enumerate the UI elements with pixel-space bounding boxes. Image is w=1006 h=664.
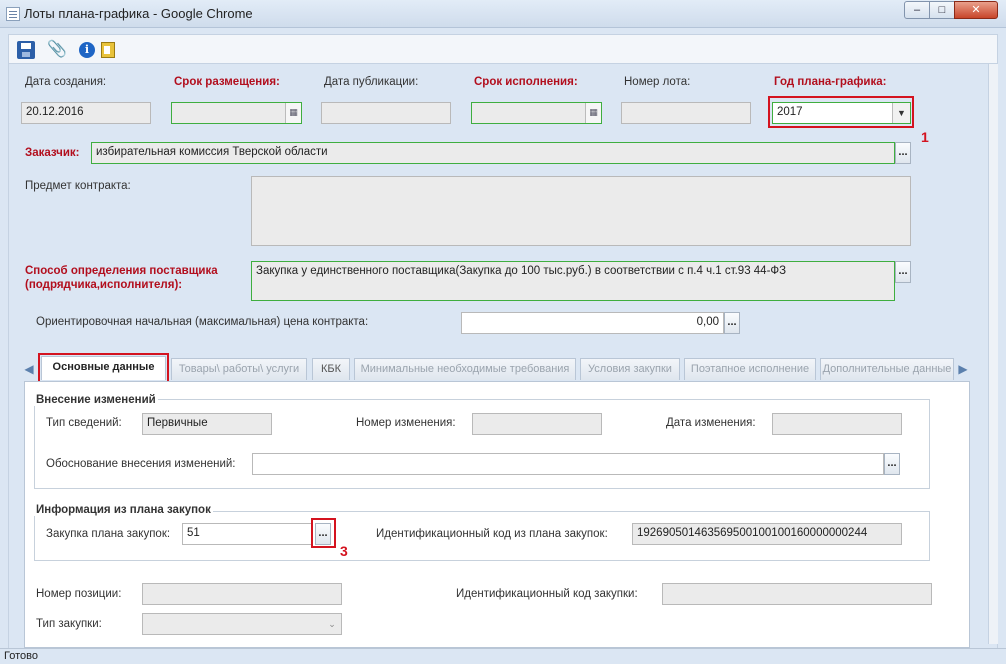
info-type-field[interactable]: Первичные: [142, 413, 272, 435]
app-window-icon: [6, 7, 20, 21]
execution-date-field[interactable]: ▦: [471, 102, 602, 124]
plan-year-label: Год плана-графика:: [774, 76, 887, 88]
chevron-down-icon[interactable]: ▼: [892, 103, 910, 123]
close-button[interactable]: ✕: [954, 1, 998, 19]
price-label: Ориентировочная начальная (максимальная)…: [36, 316, 369, 328]
purchase-id-label: Идентификационный код закупки:: [456, 588, 638, 600]
created-date-label: Дата создания:: [25, 76, 107, 88]
supplier-method-label-line1: Способ определения поставщика: [25, 265, 218, 277]
chevron-down-icon[interactable]: ⌄: [323, 614, 341, 634]
callout-3: 3: [340, 543, 348, 559]
tab-goods[interactable]: Товары\ работы\ услуги: [171, 358, 307, 380]
execution-date-label: Срок исполнения:: [474, 76, 578, 88]
maximize-button[interactable]: □: [929, 1, 955, 19]
status-bar: Готово: [0, 648, 1006, 664]
tab-kbk[interactable]: КБК: [312, 358, 350, 380]
minimize-button[interactable]: –: [904, 1, 930, 19]
plan-purchase-label: Закупка плана закупок:: [46, 528, 171, 540]
print-icon[interactable]: [101, 42, 115, 58]
toolbar: 📎 i: [8, 34, 998, 64]
customer-field[interactable]: избирательная комиссия Тверской области: [91, 142, 895, 164]
supplier-method-field[interactable]: Закупка у единственного поставщика(Закуп…: [251, 261, 895, 301]
attach-icon[interactable]: 📎: [47, 41, 67, 59]
placement-date-label: Срок размещения:: [174, 76, 280, 88]
price-field[interactable]: 0,00: [461, 312, 724, 334]
tab-scroll-left-icon[interactable]: ◀: [22, 361, 36, 377]
change-date-field[interactable]: [772, 413, 902, 435]
changes-group-title: Внесение изменений: [34, 394, 158, 406]
tab-stage-execution[interactable]: Поэтапное исполнение: [684, 358, 816, 380]
highlight-box-browse: [311, 518, 336, 548]
info-type-label: Тип сведений:: [46, 417, 122, 429]
id-code-label: Идентификационный код из плана закупок:: [376, 528, 608, 540]
plan-year-select[interactable]: 2017: [772, 102, 911, 124]
calendar-icon[interactable]: ▦: [285, 103, 301, 123]
publication-date-label: Дата публикации:: [324, 76, 419, 88]
price-browse-button[interactable]: ...: [724, 312, 740, 334]
purchase-id-field[interactable]: [662, 583, 932, 605]
info-icon[interactable]: i: [79, 42, 95, 58]
tab-requirements[interactable]: Минимальные необходимые требования: [354, 358, 576, 380]
lot-number-field[interactable]: [621, 102, 751, 124]
title-bar: Лоты плана-графика - Google Chrome – □ ✕: [0, 0, 1006, 28]
id-code-field[interactable]: 192690501463569500100100160000000244: [632, 523, 902, 545]
customer-label: Заказчик:: [25, 147, 80, 159]
publication-date-field[interactable]: [321, 102, 451, 124]
subject-textarea[interactable]: [251, 176, 911, 246]
purchase-type-select[interactable]: [142, 613, 342, 635]
purchase-type-label: Тип закупки:: [36, 618, 102, 630]
change-number-field[interactable]: [472, 413, 602, 435]
save-icon[interactable]: [17, 41, 35, 59]
tab-purchase-conditions[interactable]: Условия закупки: [580, 358, 680, 380]
lot-number-label: Номер лота:: [624, 76, 691, 88]
tab-scroll-right-icon[interactable]: ▶: [956, 361, 970, 377]
supplier-method-label-line2: (подрядчика,исполнителя):: [25, 279, 183, 291]
callout-1: 1: [921, 129, 929, 145]
created-date-field[interactable]: 20.12.2016: [21, 102, 151, 124]
subject-label: Предмет контракта:: [25, 180, 131, 192]
change-date-label: Дата изменения:: [666, 417, 756, 429]
position-number-field[interactable]: [142, 583, 342, 605]
tab-additional-data[interactable]: Дополнительные данные: [820, 358, 954, 380]
calendar-icon[interactable]: ▦: [585, 103, 601, 123]
customer-browse-button[interactable]: ...: [895, 142, 911, 164]
vertical-scrollbar[interactable]: [988, 64, 998, 644]
supplier-method-browse-button[interactable]: ...: [895, 261, 911, 283]
justification-browse-button[interactable]: ...: [884, 453, 900, 475]
plan-purchase-field[interactable]: 51: [182, 523, 313, 545]
position-number-label: Номер позиции:: [36, 588, 122, 600]
justification-field[interactable]: [252, 453, 884, 475]
change-number-label: Номер изменения:: [356, 417, 456, 429]
justification-label: Обоснование внесения изменений:: [46, 458, 236, 470]
window-title: Лоты плана-графика - Google Chrome: [24, 6, 253, 21]
placement-date-field[interactable]: ▦: [171, 102, 302, 124]
plan-info-group-title: Информация из плана закупок: [34, 504, 213, 516]
